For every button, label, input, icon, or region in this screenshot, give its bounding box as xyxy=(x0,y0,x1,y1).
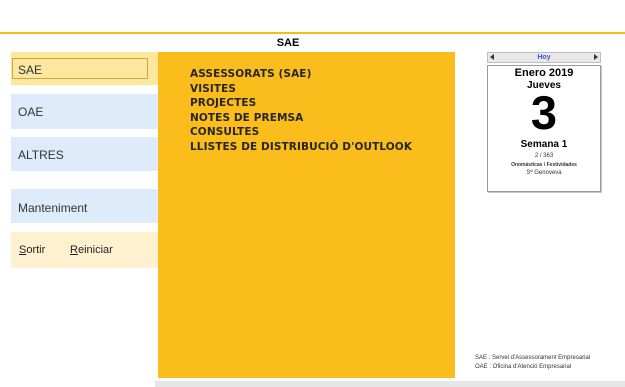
accelerator-key: R xyxy=(70,244,78,256)
button-label: ortir xyxy=(26,244,46,256)
main-menu: ASSESSORATS (SAE) VISITES PROJECTES NOTE… xyxy=(190,67,412,155)
main-menu-panel: ASSESSORATS (SAE) VISITES PROJECTES NOTE… xyxy=(158,52,455,378)
sidebar-item-oae[interactable]: OAE xyxy=(11,94,158,129)
sidebar-item-altres[interactable]: ALTRES xyxy=(11,137,158,171)
menu-item-projectes[interactable]: PROJECTES xyxy=(190,96,412,111)
calendar-header: Hoy xyxy=(487,52,601,63)
sidebar-item-sae[interactable]: SAE xyxy=(11,52,158,85)
sidebar-item-label: OAE xyxy=(18,105,44,119)
sidebar-item-label: SAE xyxy=(18,63,43,77)
calendar-month-year: Enero 2019 xyxy=(514,67,574,79)
calendar-subtitle: Onomásticas / Festividades xyxy=(511,162,577,168)
button-label: einiciar xyxy=(77,244,113,256)
abbreviation-legend: SAE : Servei d'Assessorament Empresarial… xyxy=(475,354,590,372)
menu-item-consultes[interactable]: CONSULTES xyxy=(190,125,412,140)
sidebar-item-manteniment[interactable]: Manteniment xyxy=(11,189,158,223)
calendar-day-of-year: 2 / 363 xyxy=(534,153,554,159)
calendar-sheet: Enero 2019 Jueves 3 Semana 1 2 / 363 Ono… xyxy=(487,65,601,192)
calendar-week: Semana 1 xyxy=(520,139,568,150)
bottom-scrollbar[interactable] xyxy=(155,381,625,387)
sidebar-item-label: ALTRES xyxy=(18,148,64,162)
calendar-widget: Hoy Enero 2019 Jueves 3 Semana 1 2 / 363… xyxy=(487,52,601,192)
page-title: SAE xyxy=(276,37,300,49)
reiniciar-button[interactable]: Reiniciar xyxy=(70,244,113,256)
header-divider xyxy=(0,32,625,34)
menu-item-assessorats[interactable]: ASSESSORATS (SAE) xyxy=(190,67,412,82)
today-button[interactable]: Hoy xyxy=(488,53,600,62)
legend-line-oae: OAE : Oficina d'Atenció Empresarial xyxy=(475,364,572,370)
menu-item-llistes-distribucio[interactable]: LLISTES DE DISTRIBUCIÓ D'OUTLOOK xyxy=(190,140,412,155)
menu-item-visites[interactable]: VISITES xyxy=(190,82,412,97)
menu-item-notes-premsa[interactable]: NOTES DE PREMSA xyxy=(190,111,412,126)
sidebar-item-label: Manteniment xyxy=(18,201,88,215)
legend-line-sae: SAE : Servei d'Assessorament Empresarial xyxy=(475,355,591,361)
action-bar: Sortir Reiniciar xyxy=(11,232,158,268)
next-arrow-icon[interactable] xyxy=(594,54,598,60)
calendar-saint: Sª Genoveva xyxy=(526,170,562,176)
calendar-day-number: 3 xyxy=(530,86,558,139)
sortir-button[interactable]: Sortir xyxy=(19,244,45,256)
